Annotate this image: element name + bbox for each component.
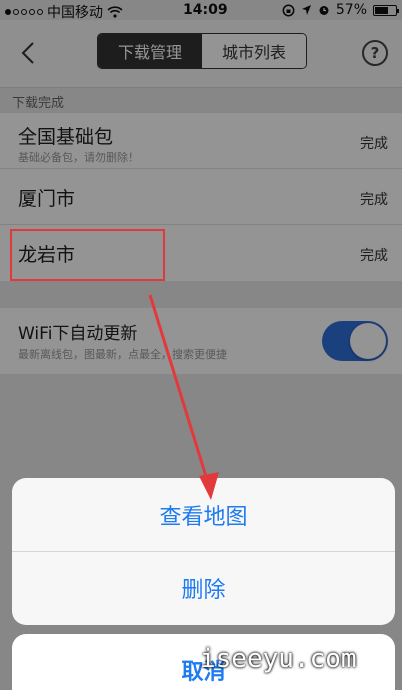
highlight-box <box>10 229 165 281</box>
watermark: iseeyu.com <box>200 644 357 674</box>
view-map-button[interactable]: 查看地图 <box>12 478 395 551</box>
delete-button[interactable]: 删除 <box>12 551 395 624</box>
action-sheet: 查看地图 删除 <box>12 478 395 625</box>
